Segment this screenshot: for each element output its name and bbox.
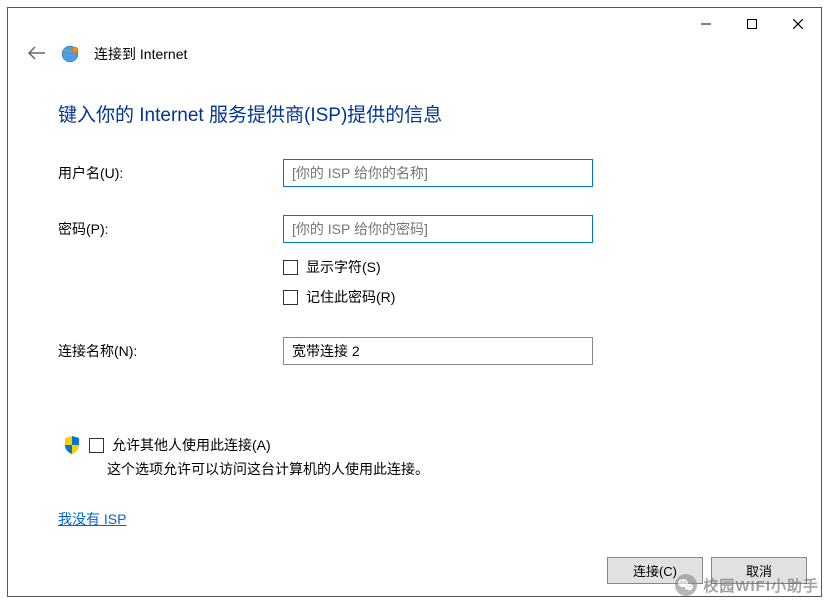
show-chars-label: 显示字符(S) [306,257,381,277]
username-label: 用户名(U): [58,163,283,183]
content-area: 键入你的 Internet 服务提供商(ISP)提供的信息 用户名(U): 密码… [8,76,821,529]
maximize-button[interactable] [729,8,775,40]
close-icon [793,19,803,29]
remember-password-row: 记住此密码(R) [283,287,771,307]
remember-password-checkbox[interactable] [283,290,298,305]
username-input[interactable] [283,159,593,187]
button-row: 连接(C) 取消 [607,557,807,584]
allow-share-checkbox[interactable] [89,438,104,453]
connection-name-input[interactable] [283,337,593,365]
password-input[interactable] [283,215,593,243]
window-title: 连接到 Internet [94,44,187,64]
dialog-window: 连接到 Internet 键入你的 Internet 服务提供商(ISP)提供的… [7,7,822,597]
page-heading: 键入你的 Internet 服务提供商(ISP)提供的信息 [58,100,771,127]
no-isp-link[interactable]: 我没有 ISP [58,509,126,529]
remember-password-label: 记住此密码(R) [306,287,395,307]
back-arrow-icon [28,46,46,60]
connect-button[interactable]: 连接(C) [607,557,703,584]
cancel-button[interactable]: 取消 [711,557,807,584]
close-button[interactable] [775,8,821,40]
password-row: 密码(P): [58,215,771,243]
allow-share-label: 允许其他人使用此连接(A) [112,435,271,455]
share-section: 允许其他人使用此连接(A) 这个选项允许可以访问这台计算机的人使用此连接。 [58,435,771,479]
show-chars-checkbox[interactable] [283,260,298,275]
header: 连接到 Internet [8,40,821,76]
back-button[interactable] [28,46,46,63]
password-label: 密码(P): [58,219,283,239]
minimize-icon [701,19,711,29]
show-chars-row: 显示字符(S) [283,257,771,277]
share-row: 允许其他人使用此连接(A) [63,435,771,455]
globe-icon [60,44,80,64]
share-description: 这个选项允许可以访问这台计算机的人使用此连接。 [107,459,771,479]
username-row: 用户名(U): [58,159,771,187]
minimize-button[interactable] [683,8,729,40]
connection-name-row: 连接名称(N): [58,337,771,365]
maximize-icon [747,19,757,29]
shield-icon [63,435,81,455]
titlebar [8,8,821,40]
connection-name-label: 连接名称(N): [58,341,283,361]
